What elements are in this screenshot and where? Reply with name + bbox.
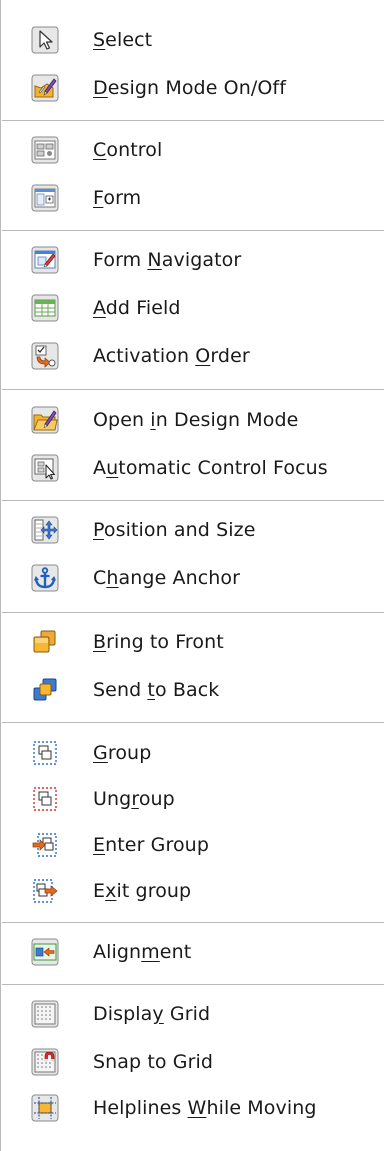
- menu-item-label: Send to Back: [93, 679, 220, 701]
- menu-item-design-mode[interactable]: Design Mode On/Off: [1, 66, 384, 110]
- menu-item-group[interactable]: Group: [1, 731, 384, 775]
- menu-item-label: Activation Order: [93, 345, 250, 367]
- menu-item-label: Bring to Front: [93, 631, 224, 653]
- menu-item-label: Group: [93, 742, 152, 764]
- menu-separator: [2, 389, 384, 390]
- menu-item-exit-group[interactable]: Exit group: [1, 869, 384, 913]
- menu-item-ungroup[interactable]: Ungroup: [1, 777, 384, 821]
- position-size-icon: [31, 516, 59, 544]
- menu-item-position-and-size[interactable]: Position and Size: [1, 508, 384, 552]
- menu-item-label: Exit group: [93, 880, 192, 902]
- menu-item-label: Alignment: [93, 941, 192, 963]
- menu-item-form[interactable]: Form: [1, 176, 384, 220]
- menu-item-label: Form Navigator: [93, 249, 242, 271]
- menu-item-label: Add Field: [93, 297, 181, 319]
- anchor-icon: [31, 564, 59, 592]
- menu-item-enter-group[interactable]: Enter Group: [1, 823, 384, 867]
- menu-item-change-anchor[interactable]: Change Anchor: [1, 556, 384, 600]
- menu-separator: [2, 612, 384, 613]
- group-icon: [33, 741, 57, 765]
- menu-separator: [2, 230, 384, 231]
- menu-item-form-navigator[interactable]: Form Navigator: [1, 238, 384, 282]
- form-navigator-icon: [31, 246, 59, 274]
- enter-group-icon: [32, 833, 57, 857]
- menu-item-activation-order[interactable]: Activation Order: [1, 334, 384, 378]
- menu-separator: [2, 500, 384, 501]
- exit-group-icon: [33, 879, 58, 903]
- add-field-icon: [31, 294, 59, 322]
- menu-item-send-to-back[interactable]: Send to Back: [1, 668, 384, 712]
- alignment-icon: [31, 938, 59, 966]
- form-properties-icon: [31, 184, 59, 212]
- menu-item-snap-to-grid[interactable]: Snap to Grid: [1, 1040, 384, 1084]
- helplines-icon: [31, 1094, 59, 1122]
- menu-item-add-field[interactable]: Add Field: [1, 286, 384, 330]
- menu-separator: [2, 722, 384, 723]
- menu-item-select[interactable]: Select: [1, 18, 384, 62]
- menu-item-label: Change Anchor: [93, 567, 241, 589]
- send-to-back-icon: [33, 678, 57, 701]
- select-arrow-icon: [31, 26, 59, 54]
- open-design-mode-icon: [31, 406, 59, 434]
- activation-order-icon: [31, 342, 59, 370]
- snap-to-grid-icon: [31, 1048, 59, 1076]
- menu-item-label: Select: [93, 29, 153, 51]
- menu-item-helplines-while-moving[interactable]: Helplines While Moving: [1, 1086, 384, 1130]
- design-mode-icon: [31, 74, 59, 102]
- menu-separator: [2, 922, 384, 923]
- menu-item-control[interactable]: Control: [1, 128, 384, 172]
- menu-separator: [2, 120, 384, 121]
- display-grid-icon: [31, 1000, 59, 1028]
- menu-item-label: Snap to Grid: [93, 1051, 214, 1073]
- menu-item-display-grid[interactable]: Display Grid: [1, 992, 384, 1036]
- control-properties-icon: [31, 136, 59, 164]
- ungroup-icon: [33, 787, 57, 811]
- menu-item-label: Position and Size: [93, 519, 256, 541]
- menu-item-label: Control: [93, 139, 163, 161]
- context-menu: Select Design Mode On/Off Control Form F…: [0, 0, 384, 1151]
- menu-item-label: Display Grid: [93, 1003, 211, 1025]
- menu-item-automatic-control-focus[interactable]: Automatic Control Focus: [1, 446, 384, 490]
- menu-item-alignment[interactable]: Alignment: [1, 930, 384, 974]
- menu-item-bring-to-front[interactable]: Bring to Front: [1, 620, 384, 664]
- menu-item-label: Automatic Control Focus: [93, 457, 328, 479]
- menu-item-label: Design Mode On/Off: [93, 77, 286, 99]
- bring-to-front-icon: [33, 630, 56, 653]
- menu-item-label: Helplines While Moving: [93, 1097, 317, 1119]
- menu-separator: [2, 984, 384, 985]
- menu-item-label: Form: [93, 187, 142, 209]
- auto-control-focus-icon: [31, 454, 59, 482]
- menu-item-open-in-design-mode[interactable]: Open in Design Mode: [1, 398, 384, 442]
- menu-item-label: Enter Group: [93, 834, 209, 856]
- menu-item-label: Ungroup: [93, 788, 175, 810]
- menu-item-label: Open in Design Mode: [93, 409, 299, 431]
